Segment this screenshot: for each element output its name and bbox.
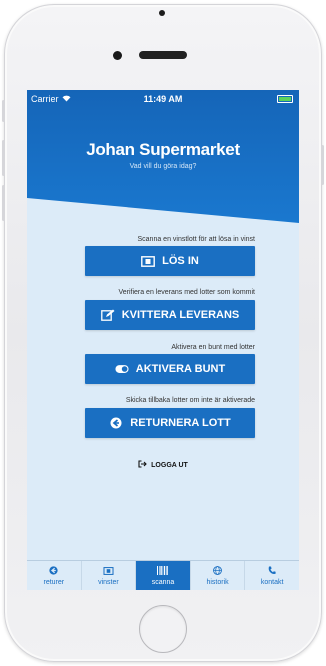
logout-label: LOGGA UT: [151, 461, 188, 469]
app-screen: Carrier 11:49 AM Johan Supermarket Vad v…: [27, 90, 299, 590]
ticket-icon: [141, 255, 156, 267]
tab-bar: returer vinster scanna historik kontakt: [27, 560, 299, 590]
logout-link[interactable]: LOGGA UT: [27, 460, 299, 470]
toggle-icon: [115, 363, 129, 375]
tab-label: historik: [206, 579, 229, 586]
activate-bundle-button[interactable]: AKTIVERA BUNT: [85, 354, 255, 384]
header-banner: [27, 90, 299, 250]
rear-camera-dot: [159, 10, 165, 16]
home-button[interactable]: [139, 605, 187, 653]
earpiece-speaker: [139, 51, 187, 59]
volume-down-button: [2, 185, 5, 221]
action-caption-delivery: Verifiera en leverans med lotter som kom…: [118, 289, 255, 296]
tab-label: scanna: [151, 579, 175, 586]
store-title: Johan Supermarket: [86, 140, 240, 159]
tab-label: vinster: [98, 578, 119, 586]
store-subtitle: Vad vill du göra idag?: [129, 163, 197, 170]
return-ticket-button[interactable]: RETURNERA LOTT: [85, 408, 255, 438]
tab-label: kontakt: [260, 579, 284, 586]
tab-label: returer: [43, 579, 65, 586]
action-caption-activate: Aktivera en bunt med lotter: [171, 344, 255, 351]
power-button: [321, 145, 324, 185]
battery-icon: [277, 95, 293, 103]
tab-historik[interactable]: historik: [189, 561, 245, 590]
tab-returer[interactable]: returer: [27, 561, 81, 590]
status-time: 11:49 AM: [143, 94, 183, 104]
redeem-button[interactable]: LÖS IN: [85, 246, 255, 276]
confirm-delivery-button-label: KVITTERA LEVERANS: [121, 309, 240, 321]
globe-icon: [213, 566, 222, 577]
confirm-delivery-button[interactable]: KVITTERA LEVERANS: [85, 300, 255, 330]
ticket-icon: [103, 566, 114, 577]
activate-bundle-button-label: AKTIVERA BUNT: [135, 363, 226, 375]
redeem-button-label: LÖS IN: [162, 255, 199, 267]
status-bar: Carrier 11:49 AM: [27, 90, 299, 108]
action-caption-return: Skicka tillbaka lotter om inte är aktive…: [125, 397, 255, 404]
return-icon: [109, 417, 123, 429]
barcode-icon: [157, 566, 169, 577]
front-camera: [113, 51, 122, 60]
mute-switch: [2, 100, 5, 122]
volume-up-button: [2, 140, 5, 176]
phone-icon: [268, 566, 276, 577]
return-icon: [49, 566, 58, 577]
action-caption-redeem: Scanna en vinstlott för att lösa in vins…: [137, 236, 255, 243]
tab-vinster[interactable]: vinster: [80, 561, 136, 590]
sign-out-icon: [138, 460, 147, 470]
edit-icon: [100, 309, 115, 321]
tab-scanna[interactable]: scanna: [135, 561, 190, 590]
return-ticket-button-label: RETURNERA LOTT: [130, 417, 231, 429]
tab-kontakt[interactable]: kontakt: [244, 561, 299, 590]
